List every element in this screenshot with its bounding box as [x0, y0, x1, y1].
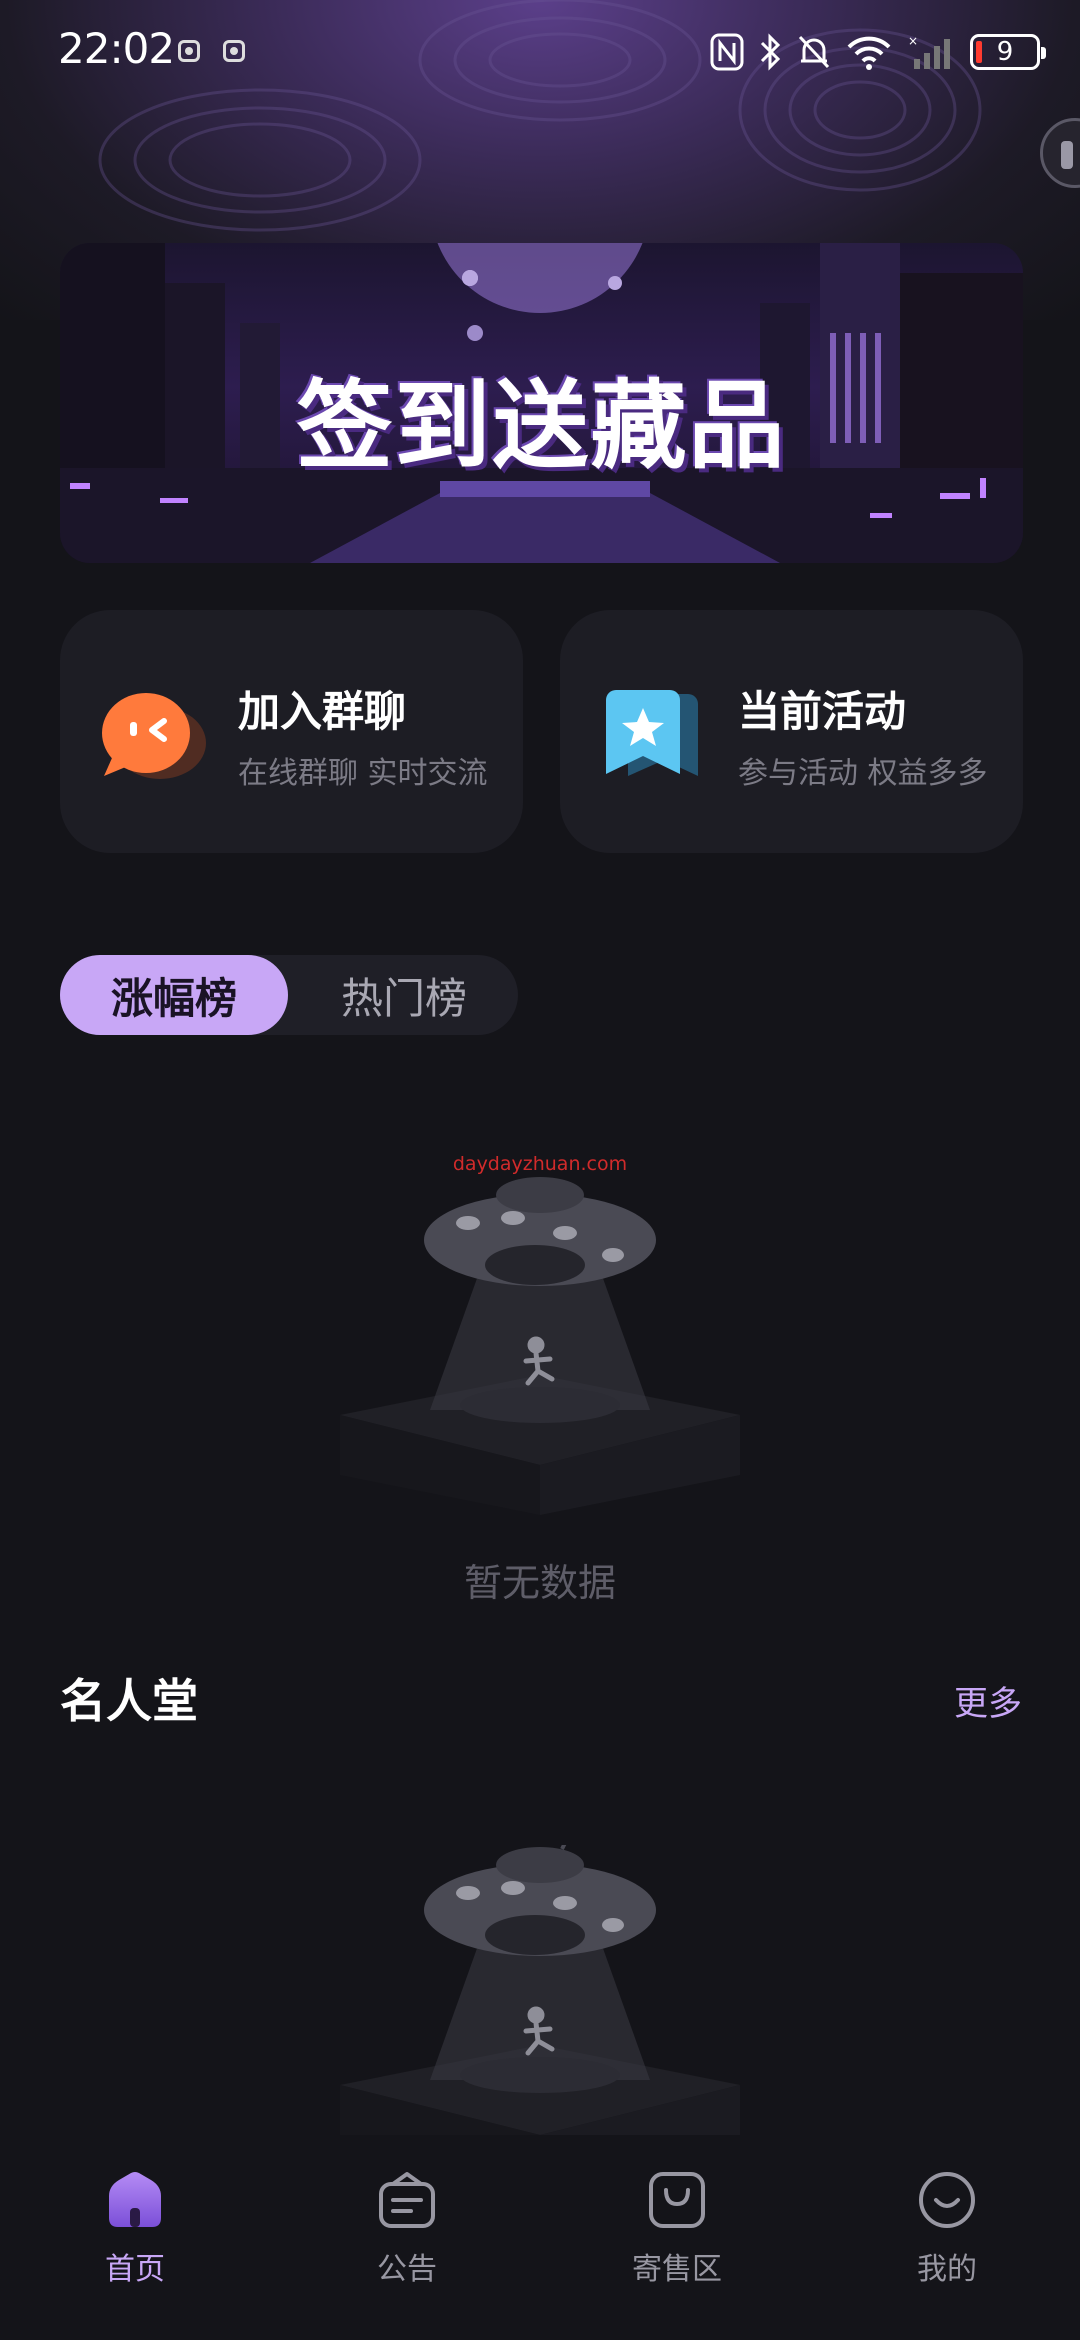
nfc-icon [710, 33, 744, 71]
shopping-bag-icon [649, 2172, 705, 2228]
status-indicators: × 9 [710, 30, 1046, 74]
nav-label: 寄售区 [632, 2252, 722, 2287]
nav-announcement[interactable]: 公告 [317, 2170, 497, 2288]
card-title: 当前活动 [738, 687, 907, 736]
mute-bell-icon [798, 35, 830, 69]
hall-of-fame-title: 名人堂 [60, 1674, 198, 1728]
status-bar: 22:02 × 9 [0, 0, 1080, 104]
nav-label: 首页 [105, 2252, 165, 2287]
tab-hot[interactable]: 热门榜 [290, 955, 518, 1035]
app-notification-icon [223, 40, 245, 62]
bookmark-star-icon [606, 690, 698, 776]
svg-text:×: × [908, 34, 918, 48]
app-screen: 22:02 × 9 签到送藏品 加入群聊 在线群聊 实时交流 当前活动 参与活动… [0, 0, 1080, 2340]
checkin-banner[interactable]: 签到送藏品 [60, 243, 1023, 563]
watermark-text: daydayzhuan.com [452, 1153, 628, 1175]
chat-bubble-icon [102, 693, 206, 779]
nav-label: 公告 [377, 2252, 437, 2287]
empty-state-illustration [300, 1175, 780, 1515]
app-notification-icon [178, 40, 200, 62]
bluetooth-icon [760, 33, 781, 71]
ufo-empty-icon [340, 1177, 740, 1515]
nav-label: 我的 [917, 2252, 977, 2287]
card-title: 加入群聊 [238, 687, 407, 736]
ufo-empty-icon [340, 1845, 740, 2135]
empty-state-text: 暂无数据 [463, 1561, 616, 1605]
tab-gainers[interactable]: 涨幅榜 [60, 955, 288, 1035]
status-time: 22:02 [58, 24, 175, 73]
battery-level: 9 [996, 37, 1014, 67]
cell-signal-icon: × [908, 34, 950, 69]
hall-of-fame-empty-illustration [300, 1845, 780, 2135]
nav-mine[interactable]: 我的 [857, 2170, 1037, 2288]
banner-title: 签到送藏品 [296, 370, 787, 482]
nav-home[interactable]: 首页 [45, 2170, 225, 2288]
card-subtitle: 参与活动 权益多多 [738, 756, 988, 791]
current-activity-card[interactable]: 当前活动 参与活动 权益多多 [560, 610, 1023, 853]
bottom-navigation: 首页 公告 寄售区 我的 [0, 2135, 1080, 2340]
more-link[interactable]: 更多 [954, 1676, 1022, 1725]
profile-smile-icon [919, 2172, 975, 2228]
home-icon [109, 2172, 161, 2227]
nav-consignment[interactable]: 寄售区 [587, 2170, 767, 2288]
ranking-tab-bar: 涨幅榜 热门榜 [60, 955, 518, 1035]
card-subtitle: 在线群聊 实时交流 [238, 756, 488, 791]
join-group-chat-card[interactable]: 加入群聊 在线群聊 实时交流 [60, 610, 523, 853]
wifi-icon [847, 36, 891, 70]
battery-indicator: 9 [970, 34, 1046, 70]
announcement-icon [379, 2172, 435, 2228]
